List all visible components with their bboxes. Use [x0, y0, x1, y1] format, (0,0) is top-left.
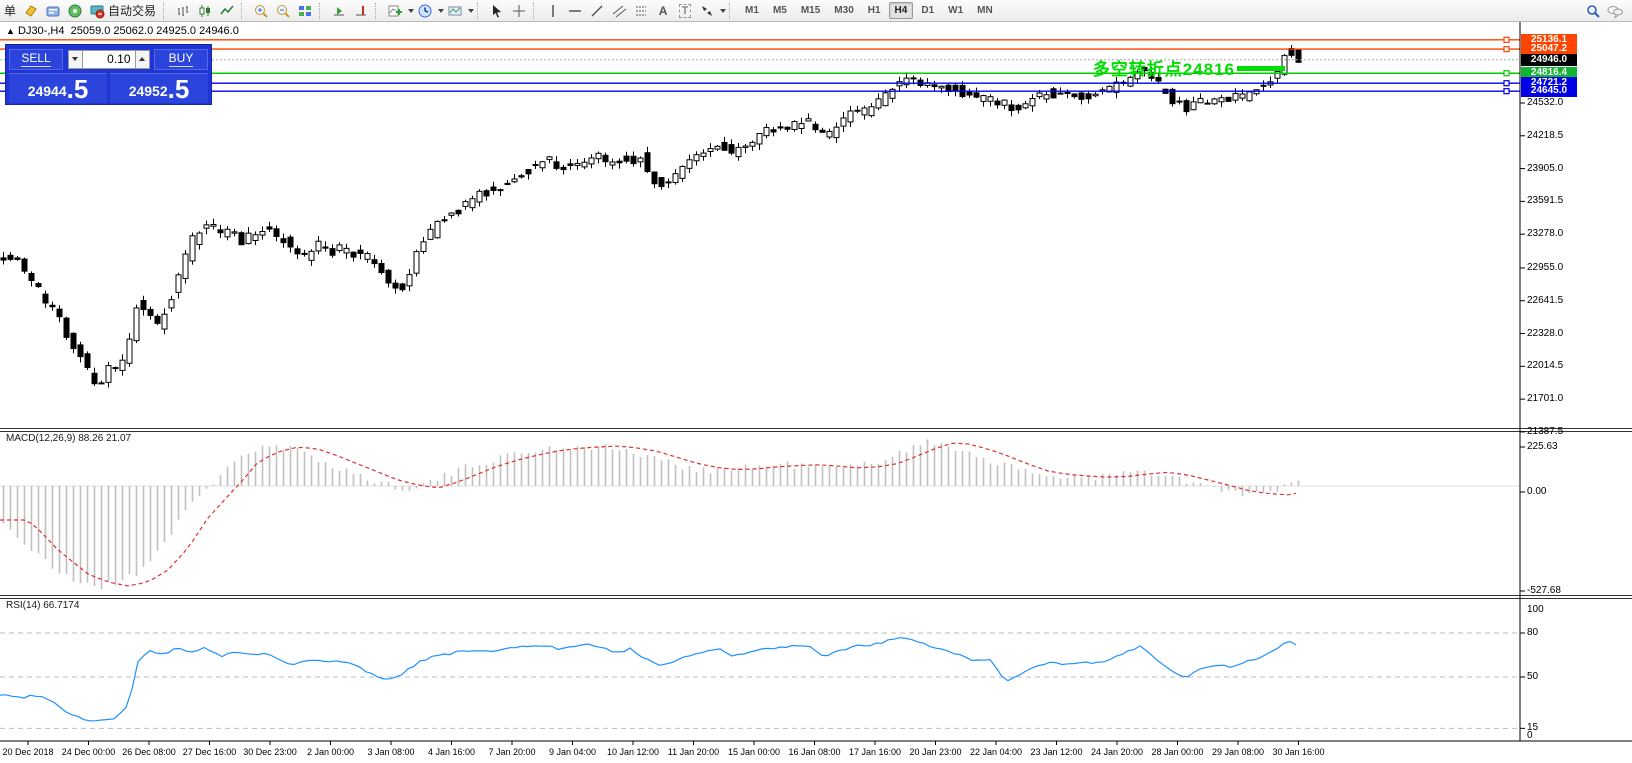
chat-icon[interactable] — [1605, 1, 1625, 21]
rsi-scale-label: 0 — [1527, 730, 1533, 741]
timeframe-w1[interactable]: W1 — [942, 2, 969, 19]
toolbar-separator — [241, 2, 247, 19]
search-icon[interactable] — [1583, 1, 1603, 21]
bar-chart-icon[interactable] — [173, 1, 193, 21]
label-tool-glyph: T — [678, 3, 692, 18]
timeframe-bar: M1 M5 M15 M30 H1 H4 D1 W1 MN — [738, 2, 1000, 19]
price-scale-label: 24218.5 — [1527, 129, 1564, 141]
horizontal-line-icon[interactable] — [565, 1, 585, 21]
price-scale-label: 22328.0 — [1527, 327, 1564, 339]
order-label[interactable]: 单 — [4, 2, 16, 19]
macd-scale-label: 225.63 — [1527, 441, 1558, 452]
timeframe-m15[interactable]: M15 — [795, 2, 826, 19]
price-scale-label: 24532.0 — [1527, 97, 1564, 108]
pivot-annotation: 多空转折点24816 — [1092, 60, 1235, 79]
timeframe-m1[interactable]: M1 — [739, 2, 765, 19]
toolbar-separator — [477, 2, 483, 19]
timeframe-h1[interactable]: H1 — [862, 2, 887, 19]
buy-price[interactable]: 24952 .5 — [110, 73, 208, 103]
rsi-scale-label: 50 — [1527, 671, 1539, 682]
text-tool-icon[interactable]: A — [653, 1, 673, 21]
toolbar-separator — [163, 2, 169, 19]
toolbar-separator — [319, 2, 325, 19]
auto-scroll-icon[interactable] — [329, 1, 349, 21]
price-scale-label: 21701.0 — [1527, 393, 1564, 405]
buy-button[interactable]: BUY — [154, 48, 208, 70]
sell-price-frac: .5 — [66, 74, 89, 104]
toolbar: 单 自动交易 A T M1 M5 M15 M30 H1 H4 D1 W1 MN — [0, 0, 1632, 22]
ohlc-open: 25059.0 — [70, 25, 111, 37]
rsi-scale-label: 100 — [1527, 604, 1544, 615]
template-dropdown[interactable] — [468, 8, 475, 13]
new-order-icon[interactable] — [21, 1, 41, 21]
pivot-line-segment — [1237, 66, 1285, 71]
text-tool-glyph: A — [658, 3, 668, 18]
mt4-window: 单 自动交易 A T M1 M5 M15 M30 H1 H4 D1 W1 MN … — [0, 0, 1632, 763]
timeframe-h4[interactable]: H4 — [888, 2, 914, 19]
timeframe-m5[interactable]: M5 — [767, 2, 793, 19]
symbol-marker-icon: ▲ — [6, 26, 15, 36]
price-badge: 24946.0 — [1521, 53, 1577, 66]
buy-price-main: 24952 — [128, 83, 168, 99]
chart-symbol: DJ30-,H4 — [18, 25, 65, 37]
time-axis-label: 30 Jan 16:00 — [1272, 747, 1325, 757]
one-click-trading-panel: SELL BUY 24944 .5 24952 .5 — [5, 44, 212, 105]
macd-label: MACD(12,26,9) 88.26 21.07 — [6, 433, 132, 444]
autotrade-label[interactable]: 自动交易 — [108, 2, 156, 19]
toolbar-separator — [533, 2, 539, 19]
autotrade-icon[interactable] — [87, 1, 107, 21]
template-icon[interactable] — [445, 1, 465, 21]
label-tool-icon[interactable]: T — [675, 1, 695, 21]
ohlc-close: 24946.0 — [199, 25, 239, 37]
sell-price[interactable]: 24944 .5 — [9, 73, 107, 103]
macd-scale-label: 0.00 — [1527, 486, 1547, 497]
timeframe-mn[interactable]: MN — [971, 2, 999, 19]
macd-scale-label: -527.68 — [1527, 585, 1561, 596]
fibonacci-icon[interactable] — [631, 1, 651, 21]
price-scale-label: 22641.5 — [1527, 294, 1564, 306]
price-scale-label: 22014.5 — [1527, 360, 1564, 372]
arrows-dropdown[interactable] — [720, 8, 727, 13]
chart-canvas[interactable] — [0, 0, 1632, 763]
volume-input[interactable] — [82, 49, 135, 69]
candlestick-icon[interactable] — [195, 1, 215, 21]
tile-windows-icon[interactable] — [295, 1, 315, 21]
price-scale-label: 21387.5 — [1527, 425, 1564, 437]
ohlc-high: 25062.0 — [113, 25, 154, 37]
periods-icon[interactable] — [415, 1, 435, 21]
add-indicator-icon[interactable] — [385, 1, 405, 21]
zoom-out-icon[interactable] — [273, 1, 293, 21]
rsi-scale-label: 80 — [1527, 627, 1539, 638]
cursor-icon[interactable] — [487, 1, 507, 21]
price-scale-label: 22955.0 — [1527, 261, 1564, 273]
ohlc-low: 24925.0 — [156, 25, 197, 37]
volume-up-button[interactable] — [134, 49, 150, 69]
crosshair-icon[interactable] — [509, 1, 529, 21]
toolbar-separator — [729, 2, 735, 19]
timeframe-m30[interactable]: M30 — [828, 2, 859, 19]
arrows-icon[interactable] — [697, 1, 717, 21]
periods-dropdown[interactable] — [438, 8, 445, 13]
rsi-label: RSI(14) 66.7174 — [6, 600, 80, 611]
vertical-line-icon[interactable] — [543, 1, 563, 21]
sell-button[interactable]: SELL — [9, 48, 63, 70]
sell-price-main: 24944 — [27, 83, 67, 99]
price-badge: 24645.0 — [1521, 85, 1577, 98]
timeframe-d1[interactable]: D1 — [915, 2, 940, 19]
price-scale-label: 23905.0 — [1527, 162, 1564, 174]
price-scale-label: 23591.5 — [1527, 195, 1564, 207]
trendline-icon[interactable] — [587, 1, 607, 21]
buy-price-frac: .5 — [167, 74, 190, 104]
add-indicator-dropdown[interactable] — [408, 8, 415, 13]
channel-icon[interactable] — [609, 1, 629, 21]
chart-shift-icon[interactable] — [351, 1, 371, 21]
signals-icon[interactable] — [65, 1, 85, 21]
chart-title: DJ30-,H4 25059.0 25062.0 24925.0 24946.0 — [18, 25, 239, 37]
line-chart-icon[interactable] — [217, 1, 237, 21]
market-watch-icon[interactable] — [43, 1, 63, 21]
price-scale-label: 23278.0 — [1527, 228, 1564, 240]
volume-down-button[interactable] — [67, 49, 83, 69]
toolbar-separator — [375, 2, 381, 19]
zoom-in-icon[interactable] — [251, 1, 271, 21]
